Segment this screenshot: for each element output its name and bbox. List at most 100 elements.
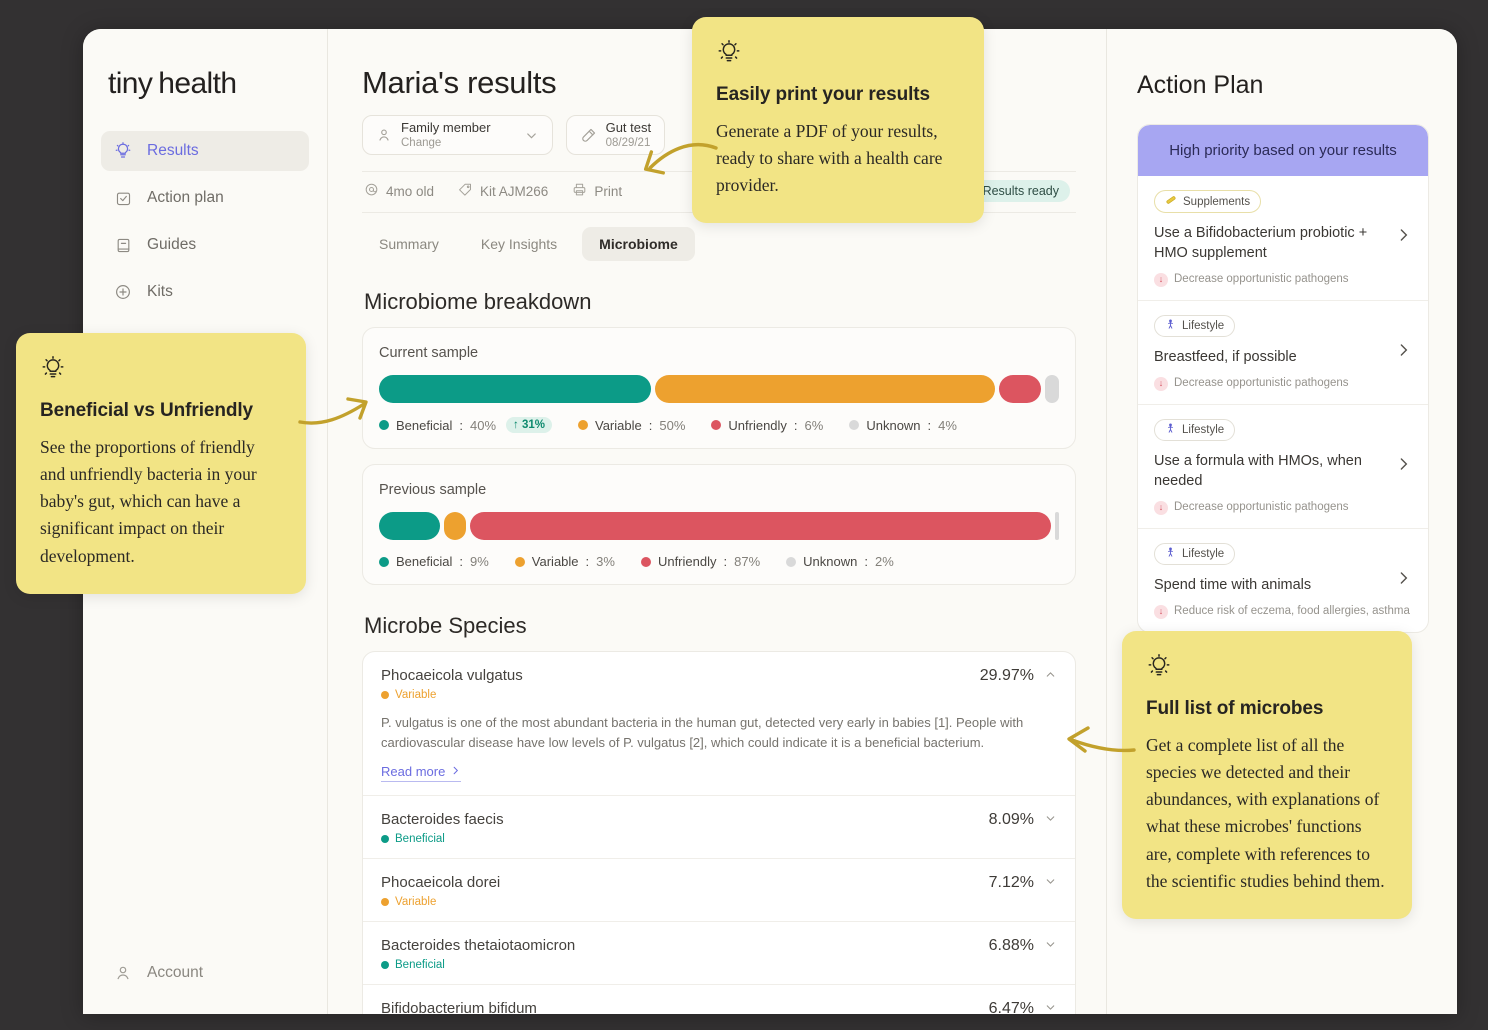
species-tag-label: Beneficial [395, 833, 445, 846]
species-row[interactable]: Phocaeicola vulgatus Variable 29.97% P. … [363, 652, 1075, 797]
legend-dot-beneficial [379, 556, 389, 567]
action-item-outcome-label: Reduce risk of eczema, food allergies, a… [1174, 605, 1410, 617]
sidebar-item-kits[interactable]: Kits [101, 272, 309, 312]
chevron-right-icon [450, 764, 461, 779]
category-pill-label: Lifestyle [1182, 320, 1225, 332]
legend-item-beneficial: Beneficial: 9% [379, 554, 489, 569]
legend-label: Beneficial [396, 417, 453, 433]
legend-dot-unfriendly [640, 556, 651, 567]
section-title-species: Microbe Species [364, 613, 527, 638]
chevron-down-icon[interactable] [1044, 875, 1057, 891]
person-icon [376, 127, 392, 143]
gut-test-selector[interactable]: Gut test 08/29/21 [565, 115, 666, 155]
legend-item-unfriendly: Unfriendly: 87% [640, 554, 760, 569]
chevron-up-icon[interactable] [1044, 668, 1057, 684]
legend-item-unknown: Unknown: 4% [849, 418, 957, 433]
action-item-outcome-label: Decrease opportunistic pathogens [1174, 273, 1349, 285]
legend-dot-variable [578, 420, 588, 430]
bulb-icon [1146, 653, 1388, 684]
sidebar-nav: Results Action plan Guides Kits [101, 131, 309, 312]
action-item-title: Use a formula with HMOs, when needed [1154, 453, 1362, 489]
current-sample-card: Current sample Beneficial: 40% ↑ 31% Var… [362, 327, 1076, 449]
species-tag-label: Beneficial [395, 959, 445, 972]
legend-label: Unfriendly [728, 417, 787, 433]
species-percent: 8.09% [988, 811, 1034, 829]
category-pill-label: Lifestyle [1182, 424, 1225, 436]
sidebar-item-results[interactable]: Results [101, 131, 309, 171]
action-item-title: Use a Bifidobacterium probiotic + HMO su… [1154, 225, 1368, 261]
current-sample-bar [379, 375, 1059, 403]
species-row[interactable]: Bifidobacterium bifidum Above range 6.47… [363, 985, 1075, 1014]
meta-kit[interactable]: Kit AJM266 [458, 182, 548, 200]
family-member-selector[interactable]: Family member Change [362, 115, 553, 155]
action-item-outcome: ↓ Decrease opportunistic pathogens [1154, 500, 1412, 515]
tab-summary[interactable]: Summary [362, 227, 456, 261]
arrow-down-icon: ↓ [1154, 501, 1168, 515]
previous-sample-legend: Beneficial: 9% Variable: 3% Unfriendly: … [379, 554, 1059, 569]
bar-segment-variable [444, 512, 466, 540]
printer-icon [572, 182, 587, 200]
action-plan-item[interactable]: Supplements Use a Bifidobacterium probio… [1138, 176, 1428, 301]
meta-age-label: 4mo old [386, 183, 435, 199]
chevron-down-icon[interactable] [1044, 1001, 1057, 1014]
legend-label: Variable [531, 554, 579, 569]
category-pill: Lifestyle [1154, 543, 1236, 565]
callout-beneficial-vs-unfriendly: Beneficial vs Unfriendly See the proport… [16, 333, 306, 594]
species-row[interactable]: Phocaeicola dorei Variable 7.12% [363, 859, 1075, 923]
category-pill: Supplements [1154, 190, 1262, 213]
sidebar-item-action-plan[interactable]: Action plan [101, 178, 309, 218]
category-pill: Lifestyle [1154, 315, 1236, 337]
legend-value: 6% [804, 417, 824, 433]
tab-key-insights[interactable]: Key Insights [464, 227, 574, 261]
chevron-down-icon[interactable] [1044, 938, 1057, 954]
species-tag: Beneficial [381, 833, 504, 845]
action-item-outcome-label: Decrease opportunistic pathogens [1174, 501, 1349, 513]
species-row[interactable]: Bacteroides thetaiotaomicron Beneficial … [363, 922, 1075, 986]
action-plan-item[interactable]: Lifestyle Breastfeed, if possible ↓ Decr… [1138, 301, 1428, 405]
species-name: Bacteroides thetaiotaomicron [381, 937, 576, 955]
action-item-title: Spend time with animals [1154, 577, 1312, 593]
chevron-down-icon[interactable] [1044, 812, 1057, 828]
arrow-down-icon: ↓ [1154, 605, 1168, 619]
chevron-right-icon[interactable] [1395, 341, 1412, 364]
callout-title: Easily print your results [716, 84, 930, 105]
chevron-down-icon[interactable] [524, 128, 539, 143]
callout-body: See the proportions of friendly and unfr… [40, 437, 257, 566]
bar-segment-variable [655, 375, 995, 403]
chevron-right-icon[interactable] [1395, 227, 1412, 250]
legend-item-variable: Variable: 50% [578, 418, 685, 433]
checkbox-icon [113, 188, 133, 208]
action-plan-item[interactable]: Lifestyle Use a formula with HMOs, when … [1138, 405, 1428, 529]
legend-dot-beneficial [379, 420, 389, 430]
bulb-icon [113, 141, 133, 161]
chevron-right-icon[interactable] [1395, 569, 1412, 592]
sidebar-item-label: Action plan [147, 189, 224, 206]
family-member-label: Family member [401, 119, 491, 135]
callout-title: Beneficial vs Unfriendly [40, 400, 254, 421]
at-icon [364, 182, 379, 200]
brand-logo[interactable]: tiny health [108, 67, 309, 101]
species-row[interactable]: Bacteroides faecis Beneficial 8.09% [363, 796, 1075, 860]
species-description: P. vulgatus is one of the most abundant … [381, 715, 1024, 751]
callout-body: Get a complete list of all the species w… [1146, 735, 1385, 891]
action-item-title: Breastfeed, if possible [1154, 349, 1297, 365]
action-plan-item[interactable]: Lifestyle Spend time with animals ↓ Redu… [1138, 529, 1428, 632]
sidebar-item-guides[interactable]: Guides [101, 225, 309, 265]
sidebar-item-account[interactable]: Account [101, 954, 215, 992]
status-badge: Results ready [971, 180, 1070, 202]
callout-print: Easily print your results Generate a PDF… [692, 17, 984, 224]
brand-logo-part1: tiny [108, 67, 153, 100]
previous-sample-bar [379, 512, 1059, 540]
tab-microbiome[interactable]: Microbiome [582, 227, 695, 261]
species-percent: 6.88% [988, 937, 1034, 955]
chevron-right-icon[interactable] [1395, 455, 1412, 478]
meta-age[interactable]: 4mo old [364, 182, 434, 200]
legend-item-unfriendly: Unfriendly: 6% [711, 418, 823, 433]
person-activity-icon [1165, 547, 1176, 561]
legend-dot-unknown [786, 556, 797, 567]
plus-circle-icon [113, 282, 133, 302]
bulb-icon [716, 39, 960, 70]
bar-segment-beneficial [379, 512, 441, 540]
read-more-link[interactable]: Read more [381, 764, 462, 783]
print-button[interactable]: Print [572, 182, 622, 200]
